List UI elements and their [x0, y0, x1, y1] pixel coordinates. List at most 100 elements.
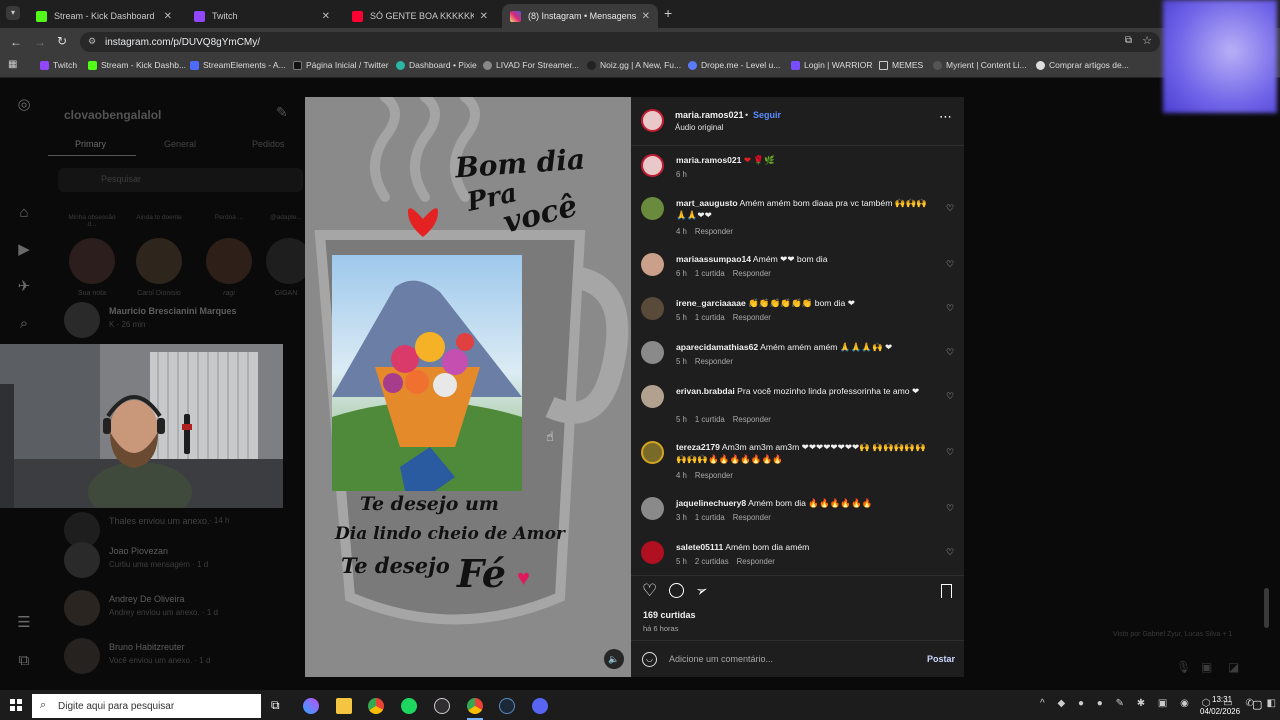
share-icon[interactable]: ➢ — [693, 581, 710, 601]
bookmark-star-icon[interactable]: ☆ — [1142, 34, 1152, 47]
like-comment-icon[interactable]: ♡ — [946, 203, 956, 213]
meta-apps-icon[interactable]: ⧉ — [15, 652, 33, 670]
clock-time[interactable]: 13:31 — [1212, 695, 1232, 704]
bookmark-item[interactable]: LIVAD For Streamer... — [483, 60, 579, 70]
follow-button[interactable]: Seguir — [753, 110, 781, 120]
bookmark-item[interactable]: Noiz.gg | A New, Fu... — [587, 60, 681, 70]
comment-username[interactable]: tereza2179 — [676, 442, 720, 452]
like-comment-icon[interactable]: ♡ — [946, 303, 956, 313]
post-comment-button[interactable]: Postar — [927, 654, 955, 664]
note-item[interactable]: Minha obsessão d... Sua nota — [64, 214, 120, 304]
compose-icon[interactable]: ✎ — [276, 104, 288, 121]
search-icon[interactable]: ⌕ — [15, 315, 33, 333]
obs-icon[interactable] — [434, 698, 450, 714]
reply-button[interactable]: Responder — [733, 415, 771, 424]
dm-thread[interactable]: Andrey De Oliveira Andrey enviou um anex… — [64, 586, 304, 630]
sticker-icon[interactable]: ◪ — [1228, 660, 1239, 674]
comment-likes[interactable]: 1 curtida — [695, 313, 725, 322]
reload-icon[interactable]: ↻ — [57, 34, 67, 48]
site-info-icon[interactable]: ⚙ — [88, 36, 96, 47]
original-audio-link[interactable]: Áudio original — [675, 123, 723, 132]
image-icon[interactable]: ▣ — [1201, 660, 1212, 674]
tab-pedidos[interactable]: Pedidos — [252, 139, 285, 149]
dm-thread[interactable]: Bruno Habitzreuter Você enviou um anexo.… — [64, 634, 304, 678]
dm-search-input[interactable]: Pesquisar — [58, 168, 303, 192]
steam-icon[interactable] — [499, 698, 515, 714]
forward-icon[interactable]: → — [34, 35, 46, 49]
comment-likes[interactable]: 1 curtida — [695, 513, 725, 522]
discord-icon[interactable] — [532, 698, 548, 714]
spotify-icon[interactable] — [401, 698, 417, 714]
caption-username[interactable]: maria.ramos021 — [676, 155, 741, 165]
dm-thread[interactable]: Mauricio Brescianini Marques K · 26 min — [64, 298, 304, 342]
more-options-icon[interactable]: ⋯ — [939, 109, 953, 125]
tab-general[interactable]: General — [164, 139, 196, 149]
emoji-icon[interactable]: ◡ — [642, 652, 657, 667]
messages-icon[interactable]: ✈ — [15, 278, 33, 296]
notifications-icon[interactable]: ▢ — [1252, 698, 1262, 711]
comment-username[interactable]: mariaassumpao14 — [676, 254, 751, 264]
instagram-logo-icon[interactable]: ◎ — [15, 96, 33, 114]
like-comment-icon[interactable]: ♡ — [946, 547, 956, 557]
like-comment-icon[interactable]: ♡ — [946, 391, 956, 401]
comment-username[interactable]: aparecidamathias62 — [676, 342, 758, 352]
file-explorer-icon[interactable] — [336, 698, 352, 714]
author-avatar[interactable] — [641, 109, 664, 132]
note-item[interactable]: @adapte... GIGAN — [266, 214, 306, 304]
like-post-icon[interactable]: ♡ — [642, 581, 657, 601]
bookmark-item[interactable]: Myrient | Content Li... — [933, 60, 1027, 70]
reply-button[interactable]: Responder — [733, 269, 771, 278]
commenter-avatar[interactable] — [641, 197, 664, 220]
comment-likes[interactable]: 1 curtida — [695, 269, 725, 278]
bookmark-item[interactable]: Login | WARRIOR — [791, 60, 873, 70]
tab-instagram[interactable]: (8) Instagram • Mensagens ✕ — [502, 4, 658, 28]
close-tab-icon[interactable]: ✕ — [480, 11, 488, 22]
author-username[interactable]: maria.ramos021 — [675, 110, 744, 120]
comment-username[interactable]: salete05111 — [676, 542, 723, 552]
system-tray-icons[interactable]: ^ ◆ ● ● ✎ ✱ ▣ ◉ ⬡ ▭ ✆ ◧ 🔊 — [1040, 698, 1280, 709]
task-view-icon[interactable]: ⧉ — [271, 698, 280, 713]
reply-button[interactable]: Responder — [695, 227, 733, 236]
commenter-avatar[interactable] — [641, 441, 664, 464]
commenter-avatar[interactable] — [641, 253, 664, 276]
like-comment-icon[interactable]: ♡ — [946, 503, 956, 513]
windows-start-icon[interactable] — [10, 699, 22, 711]
reply-button[interactable]: Responder — [695, 471, 733, 480]
install-app-icon[interactable]: ⧉ — [1125, 35, 1132, 46]
like-count[interactable]: 169 curtidas — [643, 610, 696, 620]
comment-likes[interactable]: 2 curtidas — [695, 557, 729, 566]
post-media[interactable]: Bom dia Pra você Te desejo um Dia lindo … — [305, 97, 631, 677]
commenter-avatar[interactable] — [641, 385, 664, 408]
bookmark-item[interactable]: Página Inicial / Twitter — [293, 60, 389, 70]
bookmark-item[interactable]: Comprar artigos de... — [1036, 60, 1129, 70]
tab-twitch[interactable]: Twitch ✕ — [186, 4, 338, 28]
reply-button[interactable]: Responder — [733, 313, 771, 322]
copilot-icon[interactable] — [303, 698, 319, 714]
author-avatar[interactable] — [641, 154, 664, 177]
bookmark-item[interactable]: Dashboard • Pixie — [396, 60, 477, 70]
bookmark-item[interactable]: Drope.me - Level u... — [688, 60, 780, 70]
note-item[interactable]: Perdoa ... ragi — [198, 214, 260, 304]
commenter-avatar[interactable] — [641, 497, 664, 520]
clock-date[interactable]: 04/02/2026 — [1200, 707, 1240, 716]
back-icon[interactable]: ← — [10, 35, 22, 49]
comment-username[interactable]: jaquelinechuery8 — [676, 498, 746, 508]
comment-username[interactable]: irene_garciaaaae — [676, 298, 746, 308]
close-tab-icon[interactable]: ✕ — [322, 11, 330, 22]
address-bar[interactable]: ⚙ instagram.com/p/DUVQ8gYmCMy/ ⧉ ☆ — [80, 32, 1160, 52]
bookmark-folder[interactable]: MEMES — [879, 60, 923, 70]
comment-username[interactable]: erivan.brabdai — [676, 386, 735, 396]
page-scrollbar[interactable] — [1264, 588, 1269, 628]
reply-button[interactable]: Responder — [737, 557, 775, 566]
tab-search-button[interactable]: ▾ — [6, 6, 20, 20]
comment-likes[interactable]: 1 curtida — [695, 415, 725, 424]
close-tab-icon[interactable]: ✕ — [164, 11, 172, 22]
dm-username[interactable]: clovaobengalalol — [64, 108, 161, 122]
like-comment-icon[interactable]: ♡ — [946, 259, 956, 269]
mute-toggle-icon[interactable]: 🔈 — [604, 649, 624, 669]
commenter-avatar[interactable] — [641, 541, 664, 564]
like-comment-icon[interactable]: ♡ — [946, 447, 956, 457]
save-icon[interactable] — [941, 584, 952, 598]
comment-icon[interactable] — [669, 583, 684, 598]
comment-input[interactable]: Adicione um comentário... — [669, 654, 909, 664]
